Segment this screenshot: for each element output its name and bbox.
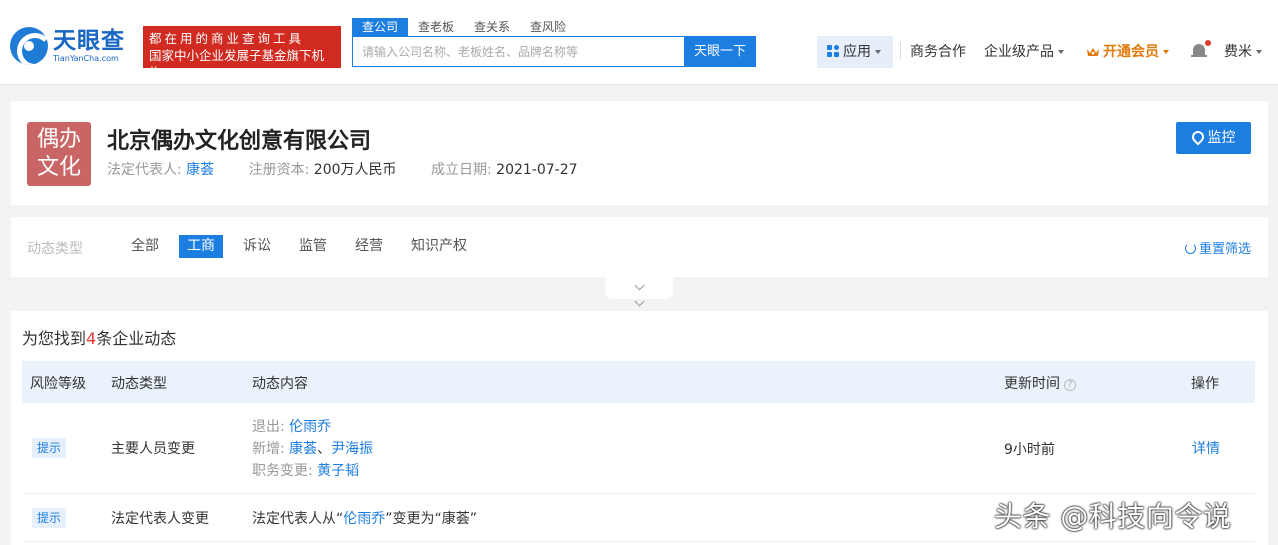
results-summary: 为您找到4条企业动态 — [22, 329, 177, 348]
nav-divider — [900, 42, 901, 60]
caret-down-icon — [1058, 50, 1064, 54]
col-update-time: 更新时间? — [1004, 373, 1076, 393]
nav-enterprise-products[interactable]: 企业级产品 — [984, 36, 1064, 68]
legal-rep-label: 法定代表人: — [107, 162, 182, 178]
filter-tab-regulation[interactable]: 监管 — [291, 235, 335, 258]
legal-rep-link[interactable]: 康荟 — [186, 162, 214, 178]
company-meta: 法定代表人: 康荟 注册资本: 200万人民币 成立日期: 2021-07-27 — [107, 159, 608, 179]
filter-tab-business[interactable]: 工商 — [179, 235, 223, 258]
search-bar: 天眼一下 — [352, 36, 756, 67]
table-header: 风险等级 动态类型 动态内容 更新时间? 操作 — [22, 361, 1255, 403]
col-actions: 操作 — [1191, 376, 1219, 392]
help-icon[interactable]: ? — [1064, 379, 1076, 391]
col-event-content: 动态内容 — [252, 376, 308, 392]
site-logo[interactable]: 天眼查 TianYanCha.com — [10, 27, 125, 65]
event-content: 法定代表人从“伦雨乔”变更为“康荟” — [252, 511, 478, 527]
promo-banner[interactable]: 都在用的商业查询工具 国家中小企业发展子基金旗下机构 — [143, 26, 341, 80]
filter-tab-operation[interactable]: 经营 — [347, 235, 391, 258]
logo-text: 天眼查 — [53, 28, 125, 54]
event-content: 退出: 伦雨乔 新增: 康荟、尹海振 职务变更: 黄子韬 — [252, 419, 374, 479]
grid-icon — [827, 45, 840, 58]
person-link[interactable]: 伦雨乔 — [343, 511, 385, 527]
founded-value: 2021-07-27 — [496, 162, 578, 178]
person-link[interactable]: 黄子韬 — [317, 463, 359, 479]
watermark-text: 头条 @科技向令说 — [994, 500, 1232, 533]
event-type: 主要人员变更 — [111, 441, 195, 457]
expand-filter-toggle[interactable] — [605, 277, 673, 307]
filter-tabs: 全部 工商 诉讼 监管 经营 知识产权 — [123, 235, 487, 258]
unread-dot — [1205, 40, 1211, 46]
crown-icon — [1086, 37, 1100, 56]
col-event-type: 动态类型 — [111, 376, 167, 392]
details-link[interactable]: 详情 — [1192, 438, 1220, 458]
filter-tab-litigation[interactable]: 诉讼 — [235, 235, 279, 258]
top-header: 天眼查 TianYanCha.com 都在用的商业查询工具 国家中小企业发展子基… — [0, 0, 1278, 85]
person-link[interactable]: 伦雨乔 — [289, 419, 331, 435]
promo-line1: 都在用的商业查询工具 — [149, 31, 305, 46]
founded-label: 成立日期: — [430, 162, 492, 178]
caret-down-icon — [875, 50, 881, 54]
search-button[interactable]: 天眼一下 — [684, 36, 756, 67]
monitor-button[interactable]: 监控 — [1176, 122, 1251, 154]
person-link[interactable]: 尹海振 — [331, 441, 373, 457]
col-risk-level: 风险等级 — [30, 376, 86, 392]
location-pin-icon — [1189, 128, 1206, 146]
logo-domain: TianYanCha.com — [53, 54, 119, 63]
event-type: 法定代表人变更 — [111, 511, 209, 527]
capital-value: 200万人民币 — [313, 162, 397, 178]
search-tabs: 查公司 查老板 查关系 查风险 — [352, 18, 576, 36]
risk-badge: 提示 — [32, 438, 66, 458]
reset-filter-button[interactable]: 重置筛选 — [1184, 238, 1251, 257]
company-card: 偶办 文化 北京偶办文化创意有限公司 法定代表人: 康荟 注册资本: 200万人… — [11, 101, 1268, 205]
search-input[interactable] — [353, 37, 683, 66]
filter-bar: 动态类型 全部 工商 诉讼 监管 经营 知识产权 重置筛选 — [11, 217, 1268, 277]
company-avatar: 偶办 文化 — [27, 122, 91, 186]
double-chevron-down-icon — [634, 280, 644, 291]
filter-label: 动态类型 — [27, 241, 83, 257]
apps-label: 应用 — [843, 44, 871, 60]
notification-bell-icon[interactable] — [1191, 40, 1211, 60]
caret-down-icon — [1163, 50, 1169, 54]
results-count: 4 — [86, 329, 97, 348]
refresh-icon — [1184, 243, 1196, 254]
caret-down-icon — [1256, 50, 1262, 54]
filter-tab-ip[interactable]: 知识产权 — [403, 235, 475, 258]
company-name: 北京偶办文化创意有限公司 — [107, 129, 372, 154]
update-time: 9小时前 — [1004, 442, 1055, 458]
table-row: 提示 主要人员变更 退出: 伦雨乔 新增: 康荟、尹海振 职务变更: 黄子韬 9… — [22, 403, 1255, 494]
capital-label: 注册资本: — [248, 162, 310, 178]
filter-tab-all[interactable]: 全部 — [123, 235, 167, 258]
tab-search-company[interactable]: 查公司 — [352, 18, 409, 36]
eye-logo-icon — [10, 27, 48, 65]
person-link[interactable]: 康荟 — [289, 441, 317, 457]
tab-search-relation[interactable]: 查关系 — [464, 18, 520, 36]
risk-badge: 提示 — [32, 508, 66, 528]
apps-menu[interactable]: 应用 — [817, 36, 893, 68]
promo-line2: 国家中小企业发展子基金旗下机构 — [149, 48, 325, 80]
tab-search-boss[interactable]: 查老板 — [408, 18, 464, 36]
nav-business-cooperation[interactable]: 商务合作 — [910, 36, 966, 68]
tab-search-risk[interactable]: 查风险 — [520, 18, 576, 36]
user-menu[interactable]: 费米 — [1224, 36, 1262, 68]
nav-open-vip[interactable]: 开通会员 — [1086, 36, 1169, 68]
